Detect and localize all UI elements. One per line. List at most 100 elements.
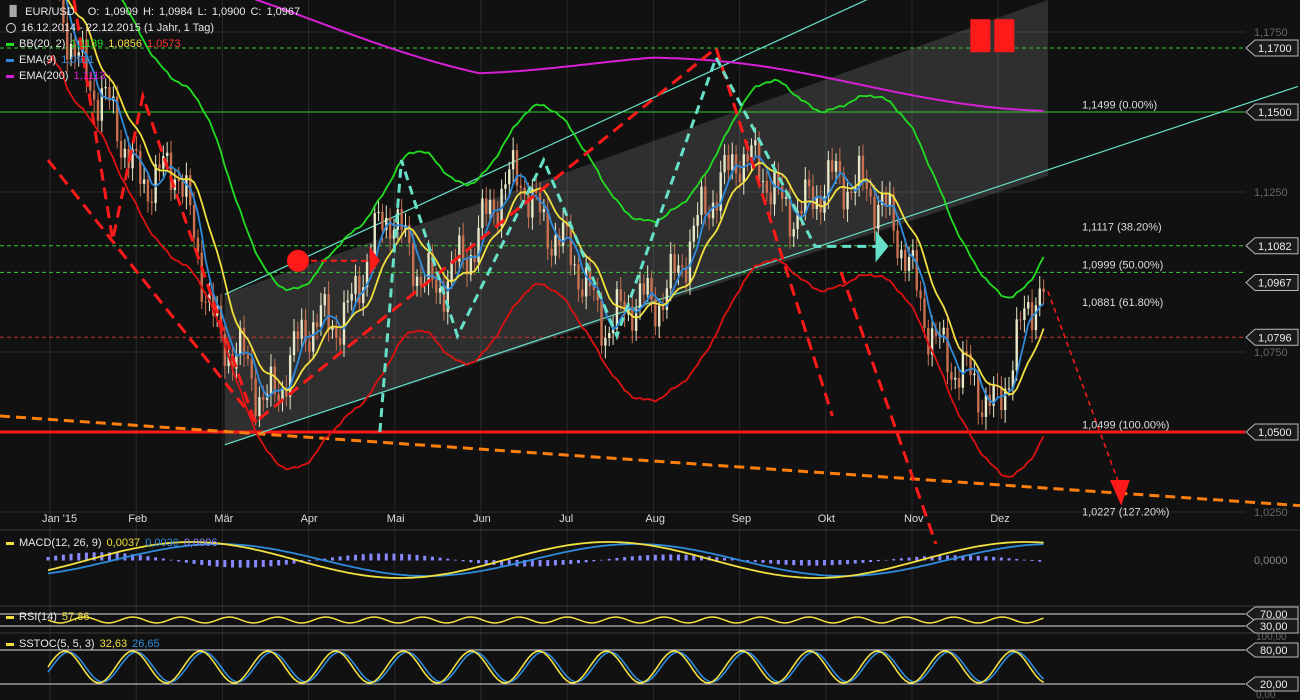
macd-histogram-bar [892,559,896,561]
macd-histogram-bar [161,558,165,561]
fib-level-label: 1,0999 (50.00%) [1082,259,1163,271]
macd-histogram-bar [592,560,596,562]
macd-histogram-bar [815,560,819,566]
candle-body [896,230,899,259]
candle-body [792,229,795,237]
candle-body [254,378,257,416]
candle-body [754,140,757,146]
candle-body [338,337,342,345]
date-range: 16.12.2014 - 22.12.2015 (1 Jahr, 1 Tag) [21,22,215,34]
price-badge: 1,0967 [1245,274,1299,292]
candle-body [1007,388,1011,390]
macd-histogram-bar [984,556,988,561]
macd-histogram-bar [723,557,727,561]
candle-body [696,214,699,226]
candle-body [765,180,769,193]
candle-body [950,372,953,380]
symbol-name: EUR/USD [25,6,75,18]
candle-body [953,377,957,380]
candle-body [246,354,250,360]
candle-body [946,327,949,373]
macd-histogram-bar [676,554,680,561]
candle-body [769,192,772,205]
clock-icon [6,23,16,33]
macd-histogram-bar [438,557,442,561]
macd-histogram-bar [54,555,58,561]
candle-body [984,394,988,417]
candle-body [342,302,346,345]
candle-body [485,198,488,214]
macd-histogram-bar [254,560,258,568]
legend-symbol-row: ▐▌ EUR/USD O: 1,0909 H: 1,0984 L: 1,0900 C:… [6,4,300,20]
red-marker-left [970,19,991,53]
ema200-value: 1,1113 [73,70,106,82]
candle-body [177,179,180,182]
macd-histogram-bar [853,560,857,564]
macd-histogram-bar [484,560,488,565]
macd-histogram-bar [584,560,588,563]
price-badge: 1,1500 [1245,103,1299,121]
sstoc-color-swatch [6,642,14,646]
candle-body [573,264,576,266]
macd-histogram-bar [776,560,780,565]
macd-histogram-bar [630,556,634,561]
eurusd-chart[interactable]: 1,1499 (0.00%) 1,1117 (38.20%) 1,0999 (50.… [0,0,1300,700]
macd-histogram-bar [192,560,196,564]
macd-histogram-bar [969,555,973,561]
candle-body [738,173,742,183]
candle-body [961,351,965,388]
candle-body [181,181,184,197]
candle-body [312,322,315,352]
macd-hist-value: 0,0006 [183,537,218,549]
candle-body [804,179,807,214]
candle-body [319,305,323,328]
macd-histogram-bar [1007,558,1011,561]
x-tick-label: Mär [214,513,233,525]
candle-body [677,265,680,273]
candle-body [1034,305,1038,331]
ema200-label: EMA(200) [19,70,69,82]
candle-body [123,148,127,158]
candle-body [830,160,834,172]
candle-body [519,185,523,189]
candle-body [650,277,653,300]
candle-body [269,366,273,394]
price-badge-label: 1,0500 [1258,427,1292,439]
bb-mid-value: 1,0856 [108,38,142,50]
candle-body [377,211,380,214]
candle-body [723,155,726,173]
macd-histogram-bar [1038,560,1042,562]
candle-body [327,294,330,330]
candle-body [811,186,815,210]
candle-body [92,90,96,100]
x-tick-label: Mai [387,513,405,525]
x-tick-label: Jun [473,513,491,525]
candle-body [415,276,419,287]
macd-histogram-bar [415,554,419,561]
candle-body [96,99,100,121]
legend-bb-row: BB(20, 2) 1,1139 1,0856 1,0573 [6,36,300,52]
fib-level-label: 1,1499 (0.00%) [1082,99,1157,111]
macd-histogram-bar [407,554,411,561]
sstoc-legend: SSTOC(5, 5, 3) 32,63 26,65 [6,638,160,650]
candle-body [746,154,749,162]
candle-body [873,196,876,229]
candle-body [957,377,961,388]
macd-histogram-bar [600,559,604,561]
macd-histogram-bar [384,553,388,561]
bb-color-swatch [6,42,14,46]
macd-histogram-bar [238,560,242,568]
candle-body [658,305,661,327]
sstoc-label: SSTOC(5, 5, 3) [19,638,95,650]
sstoc-level-label: 0,00 [1256,690,1276,700]
price-badge-label: 1,1082 [1258,241,1292,253]
fib-level-label: 1,0499 (100.00%) [1082,419,1169,431]
candle-body [807,179,811,187]
macd-histogram-bar [684,554,688,561]
macd-histogram-bar [477,560,481,564]
candle-body [781,186,784,199]
candle-body [915,250,918,291]
candle-body [262,397,265,400]
macd-histogram-bar [77,553,81,561]
x-tick-label: Jan '15 [42,513,77,525]
